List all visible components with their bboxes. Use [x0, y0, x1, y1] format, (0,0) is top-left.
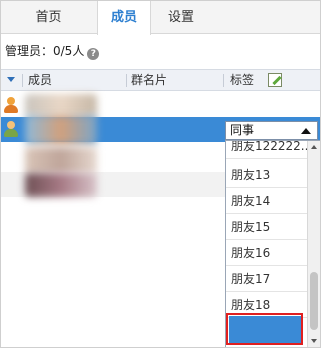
member-icon [4, 121, 18, 137]
blurred-avatar [25, 147, 97, 173]
tab-settings[interactable]: 设置 [151, 1, 211, 34]
blurred-avatar [25, 115, 97, 145]
table-header: 成员 群名片 标签 [1, 69, 320, 91]
scroll-down-icon[interactable] [311, 339, 317, 343]
column-header-member[interactable]: 成员 [28, 70, 52, 90]
dropdown-option[interactable]: 朋友14 [226, 188, 307, 214]
blurred-avatar [25, 94, 97, 116]
sort-arrow-icon[interactable] [7, 77, 15, 82]
dropdown-option[interactable]: 朋友13 [226, 162, 307, 188]
collapse-arrow-icon[interactable] [301, 128, 311, 134]
members-panel: 首页 成员 设置 管理员：0/5人? 成员 群名片 标签 同事 朋友122222… [0, 0, 321, 348]
scroll-up-icon[interactable] [311, 145, 317, 149]
dropdown-option[interactable]: 朋友15 [226, 214, 307, 240]
column-header-card[interactable]: 群名片 [131, 70, 167, 90]
dropdown-option[interactable]: 朋友16 [226, 240, 307, 266]
edit-tags-icon[interactable] [268, 73, 282, 87]
question-circle-icon[interactable]: ? [87, 48, 100, 60]
column-divider [22, 74, 23, 87]
column-header-tag[interactable]: 标签 [230, 70, 254, 90]
tab-members[interactable]: 成员 [97, 1, 151, 35]
admin-count-label: 管理员：0/5人 [5, 44, 85, 58]
scrollbar-thumb[interactable] [310, 272, 318, 330]
dropdown-option[interactable]: 朋友17 [226, 266, 307, 292]
dropdown-option[interactable]: 朋友122222... [226, 141, 307, 159]
column-divider [223, 74, 224, 87]
tag-select[interactable]: 同事 [225, 121, 318, 140]
highlight-box [226, 313, 303, 345]
admin-count: 管理员：0/5人? [5, 43, 100, 60]
dropdown-scrollbar[interactable] [307, 141, 320, 347]
tag-dropdown-list: 朋友122222... 朋友13 朋友14 朋友15 朋友16 朋友17 朋友1… [225, 140, 320, 347]
tab-home[interactable]: 首页 [1, 1, 96, 34]
column-divider [126, 74, 127, 87]
tab-bar: 首页 成员 设置 [1, 1, 320, 35]
member-icon [4, 97, 18, 113]
tag-select-value: 同事 [230, 123, 255, 137]
blurred-avatar [25, 173, 97, 197]
